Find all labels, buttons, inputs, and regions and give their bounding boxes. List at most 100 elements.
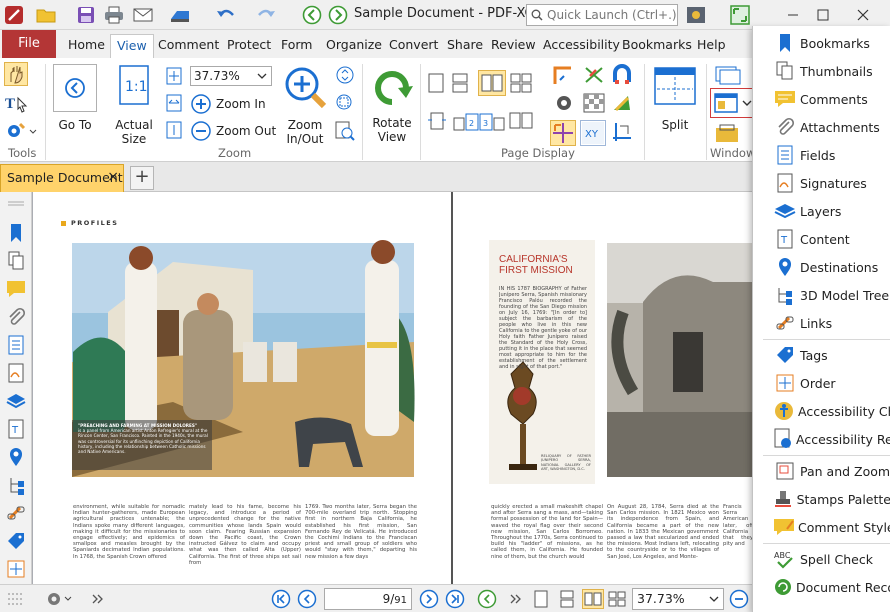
sidebar-bookmarks-icon[interactable] xyxy=(5,222,27,244)
forward-icon[interactable] xyxy=(326,4,350,26)
scan-icon[interactable] xyxy=(168,4,192,26)
select-text-icon[interactable]: T xyxy=(4,92,28,116)
loupe-icon[interactable] xyxy=(334,120,356,142)
first-page-button[interactable] xyxy=(270,589,292,609)
menu-item-spell-check[interactable]: ABC Spell Check xyxy=(753,545,890,573)
menu-item-accessibility-report[interactable]: Accessibility Repo xyxy=(753,425,890,453)
panes-dropdown-button[interactable] xyxy=(710,88,754,118)
menu-item-stamps-palette[interactable]: Stamps Palette xyxy=(753,485,890,513)
save-icon[interactable] xyxy=(74,4,98,26)
status-continuous-icon[interactable] xyxy=(556,589,578,609)
facing-continuous-icon[interactable] xyxy=(508,72,536,94)
fit-visible-icon[interactable] xyxy=(164,120,184,140)
menu-item-fields[interactable]: Fields xyxy=(753,141,890,169)
sidebar-content-icon[interactable]: T xyxy=(5,418,27,440)
workspace-icon[interactable] xyxy=(712,122,752,144)
menu-item-document-recovery[interactable]: Document Recov xyxy=(753,573,890,601)
status-expand-icon[interactable] xyxy=(86,589,108,609)
page-number-field[interactable]: 9/91 xyxy=(324,588,412,610)
rulers-icon[interactable] xyxy=(610,120,634,144)
actual-size-button[interactable]: 1:1 Actual Size xyxy=(112,64,156,146)
page-corners-icon[interactable] xyxy=(552,64,576,86)
tab-help[interactable]: Help xyxy=(691,34,732,58)
tab-protect[interactable]: Protect xyxy=(221,34,277,58)
menu-item-links[interactable]: Links xyxy=(753,309,890,337)
tab-convert[interactable]: Convert xyxy=(383,34,444,58)
undo-icon[interactable] xyxy=(214,4,238,26)
line-weights-icon[interactable] xyxy=(610,92,634,114)
close-window-button[interactable] xyxy=(848,4,878,26)
zoom-in-button[interactable]: Zoom In xyxy=(190,93,266,115)
close-tab-icon[interactable]: × xyxy=(107,164,119,190)
menu-item-layers[interactable]: Layers xyxy=(753,197,890,225)
tab-file[interactable]: File xyxy=(2,30,56,58)
new-tab-button[interactable]: + xyxy=(130,166,154,190)
sidebar-fields-icon[interactable] xyxy=(5,334,27,356)
zoom-combo[interactable]: 37.73% xyxy=(190,66,272,86)
menu-item-tags[interactable]: Tags xyxy=(753,341,890,369)
menu-item-3d-model-tree[interactable]: 3D Model Tree xyxy=(753,281,890,309)
rotate-view-button[interactable]: Rotate View xyxy=(366,66,418,144)
sidebar-links-icon[interactable] xyxy=(5,502,27,524)
tab-bookmarks[interactable]: Bookmarks xyxy=(616,34,698,58)
cover-page-icon[interactable] xyxy=(426,110,448,132)
menu-item-order[interactable]: Order xyxy=(753,369,890,397)
tab-home[interactable]: Home xyxy=(62,34,111,58)
print-icon[interactable] xyxy=(102,4,126,26)
tools-options-icon[interactable] xyxy=(684,4,708,26)
fullscreen-icon[interactable] xyxy=(728,4,752,26)
status-single-page-icon[interactable] xyxy=(530,589,552,609)
sidebar-model-tree-icon[interactable] xyxy=(5,474,27,496)
tab-accessibility[interactable]: Accessibility xyxy=(537,34,626,58)
status-expand2-icon[interactable] xyxy=(504,589,526,609)
show-grid-icon[interactable] xyxy=(552,92,576,114)
previous-view-button[interactable] xyxy=(476,589,498,609)
menu-item-thumbnails[interactable]: Thumbnails xyxy=(753,57,890,85)
previous-page-button[interactable] xyxy=(296,589,318,609)
sidebar-attachments-icon[interactable] xyxy=(5,306,27,328)
marquee-zoom-icon[interactable] xyxy=(334,92,356,114)
page-spacing-icon[interactable] xyxy=(508,110,538,132)
menu-item-comment-styles[interactable]: Comment Styles xyxy=(753,513,890,541)
status-facing-icon[interactable] xyxy=(582,589,604,609)
sidebar-thumbnails-icon[interactable] xyxy=(5,250,27,272)
tab-view[interactable]: View xyxy=(110,34,154,58)
facing-pages-icon[interactable] xyxy=(478,70,506,96)
tab-review[interactable]: Review xyxy=(485,34,542,58)
fit-width-icon[interactable] xyxy=(164,93,184,113)
tab-comment[interactable]: Comment xyxy=(152,34,225,58)
tab-form[interactable]: Form xyxy=(275,34,319,58)
menu-item-bookmarks[interactable]: Bookmarks xyxy=(753,29,890,57)
menu-item-pan-zoom[interactable]: Pan and Zoom xyxy=(753,457,890,485)
last-page-button[interactable] xyxy=(444,589,466,609)
single-page-icon[interactable] xyxy=(426,72,446,94)
crosshair-icon[interactable] xyxy=(550,120,576,146)
zoom-inout-button[interactable]: Zoom In/Out xyxy=(280,64,330,146)
fit-page-icon[interactable] xyxy=(164,66,184,86)
menu-item-comments[interactable]: Comments xyxy=(753,85,890,113)
minimize-button[interactable] xyxy=(778,4,808,26)
open-folder-icon[interactable] xyxy=(34,4,58,26)
continuous-page-icon[interactable] xyxy=(450,72,474,94)
zoom-out-button[interactable]: Zoom Out xyxy=(190,120,276,142)
status-zoom-out-button[interactable] xyxy=(728,589,750,609)
hand-tool-icon[interactable] xyxy=(4,62,28,86)
goto-button[interactable]: Go To xyxy=(52,64,98,132)
document-view[interactable]: PROFILES "PREACHING AND FARMING AT MISSI… xyxy=(33,192,753,584)
magnet-icon[interactable] xyxy=(610,64,634,86)
status-facing-continuous-icon[interactable] xyxy=(606,589,628,609)
maximize-button[interactable] xyxy=(808,4,838,26)
tab-share[interactable]: Share xyxy=(441,34,489,58)
sidebar-comments-icon[interactable] xyxy=(5,278,27,300)
redo-icon[interactable] xyxy=(254,4,278,26)
document-tab[interactable]: Sample Document × xyxy=(0,164,124,192)
status-zoom-field[interactable]: 37.73% xyxy=(632,588,724,610)
sidebar-destinations-icon[interactable] xyxy=(5,446,27,468)
tab-organize[interactable]: Organize xyxy=(320,34,388,58)
back-icon[interactable] xyxy=(300,4,324,26)
transparency-grid-icon[interactable] xyxy=(582,92,606,114)
no-transparency-icon[interactable] xyxy=(582,64,606,86)
sidebar-layers-icon[interactable] xyxy=(5,390,27,412)
menu-item-accessibility-check[interactable]: Accessibility Chec xyxy=(753,397,890,425)
sidebar-tags-icon[interactable] xyxy=(5,530,27,552)
